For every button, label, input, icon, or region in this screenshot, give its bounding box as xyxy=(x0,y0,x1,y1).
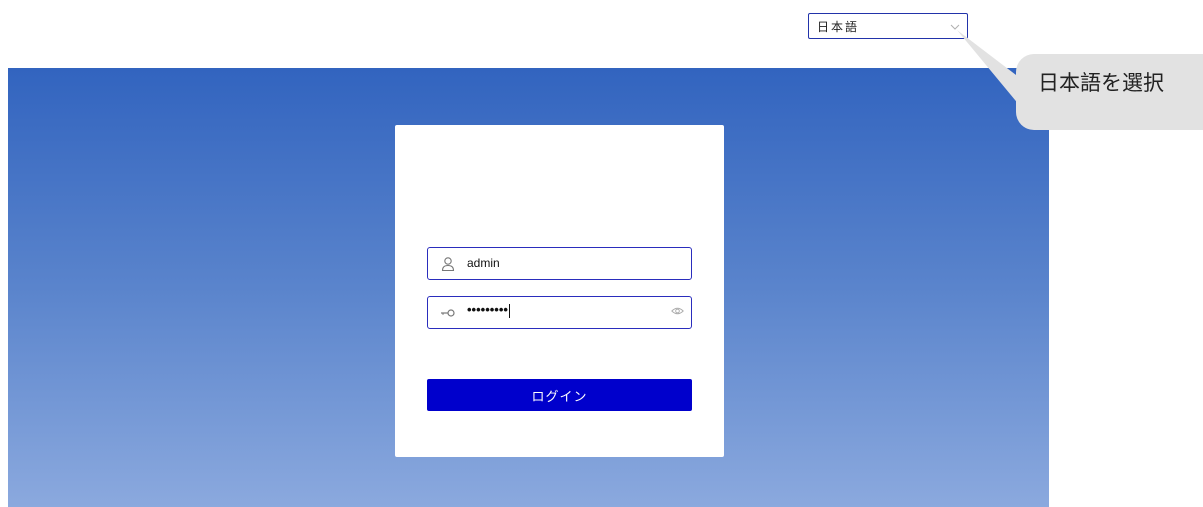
password-value: ••••••••• xyxy=(467,302,510,318)
username-value: admin xyxy=(467,256,500,270)
language-select[interactable]: 日本語 xyxy=(808,13,968,39)
username-field[interactable]: admin xyxy=(427,247,692,280)
login-card: admin ••••••••• ログイン xyxy=(395,125,724,457)
callout-text: 日本語を選択 xyxy=(1038,71,1164,95)
eye-icon[interactable] xyxy=(671,306,684,316)
password-field[interactable]: ••••••••• xyxy=(427,296,692,329)
language-select-value: 日本語 xyxy=(817,20,860,34)
login-button[interactable]: ログイン xyxy=(427,379,692,411)
user-icon xyxy=(441,257,455,272)
chevron-down-icon xyxy=(950,24,960,30)
text-caret xyxy=(508,303,510,318)
login-page: 日本語 admin ••••••••• ログイン 日本語を選択 xyxy=(0,0,1203,507)
key-icon xyxy=(441,309,455,317)
password-mask: ••••••••• xyxy=(467,302,508,317)
callout-bubble: 日本語を選択 xyxy=(1016,54,1203,130)
